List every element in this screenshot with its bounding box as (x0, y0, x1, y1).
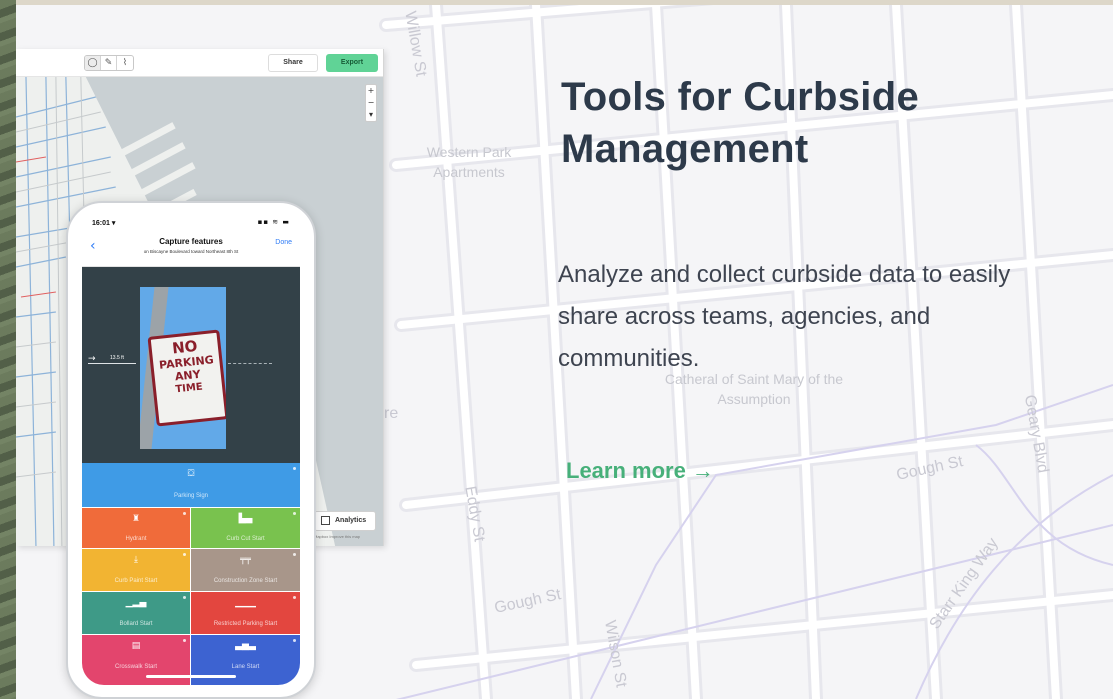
status-time: 16:01 ▾ (92, 220, 116, 227)
paint-icon: ⤓ (134, 555, 138, 565)
car-icon: ▃▅▃ (235, 641, 256, 651)
tile-label: Curb Cut Start (226, 536, 265, 542)
drawing-tool-group: ◯ ✎ ⌇ (84, 55, 134, 71)
lane-marking-icon: ▁▁▁ (235, 598, 256, 608)
tile-label: Lane Start (231, 664, 260, 670)
info-icon (293, 553, 296, 556)
page-title: Tools for Curbside Management (561, 75, 919, 171)
hero-section: Western Park Apartments Catheral of Sain… (16, 5, 1113, 699)
tile-curb-cut[interactable]: ▙▄ Curb Cut Start (191, 508, 300, 548)
crosswalk-icon: ▤ (131, 641, 141, 651)
tile-bollard[interactable]: ▁▂▄ Bollard Start (82, 592, 190, 634)
phone-nav-bar: ‹ Capture features on Biscayne Boulevard… (82, 233, 300, 267)
info-icon (293, 596, 296, 599)
map-label-fragment: re (384, 405, 399, 422)
hydrant-icon: ♜ (131, 514, 141, 524)
compass-icon[interactable]: ▾ (366, 109, 376, 121)
hero-description: Analyze and collect curbside data to eas… (558, 261, 1011, 372)
sign-photo: NO PARKING ANY TIME (140, 287, 226, 449)
done-button[interactable]: Done (275, 239, 292, 246)
map-attribution[interactable]: Mapbox Improve this map (314, 534, 360, 539)
learn-more-link[interactable]: Learn more → (566, 458, 714, 484)
status-bar: 16:01 ▾ ▪▪ ≋ ▬ (82, 213, 300, 233)
zoom-in-icon[interactable]: + (366, 85, 376, 97)
external-link-icon (321, 516, 330, 525)
no-parking-sign: NO PARKING ANY TIME (147, 329, 226, 427)
phone-screen: 16:01 ▾ ▪▪ ≋ ▬ ‹ Capture features on Bis… (82, 213, 300, 685)
capture-subtitle: on Biscayne Boulevard toward Northeast 8… (143, 249, 239, 254)
frame-left-photo-strip (0, 0, 16, 699)
info-icon (183, 639, 186, 642)
capture-title: Capture features (159, 237, 223, 246)
tile-parking-sign[interactable]: ⛋ Parking Sign (82, 463, 300, 507)
tile-label: Restricted Parking Start (213, 621, 278, 627)
map-label-western-park: Western Park Apartments (426, 144, 512, 180)
desktop-toolbar: ◯ ✎ ⌇ Share Export (16, 49, 383, 77)
info-icon (183, 512, 186, 515)
tile-label: Crosswalk Start (114, 664, 157, 670)
analytics-label: Analytics (335, 517, 367, 524)
tile-hydrant[interactable]: ♜ Hydrant (82, 508, 190, 548)
curb-cut-icon: ▙▄ (238, 514, 253, 524)
home-indicator (146, 675, 236, 678)
map-zoom-control[interactable]: + − ▾ (365, 84, 377, 122)
tile-label: Parking Sign (173, 493, 209, 499)
barrier-icon: ╤╤ (240, 555, 251, 565)
share-button[interactable]: Share (268, 54, 318, 72)
export-button[interactable]: Export (326, 54, 378, 72)
camera-view[interactable]: → 13.5 ft NO PARKING ANY TIME (82, 267, 300, 463)
analytics-button[interactable]: Analytics (314, 511, 376, 531)
tile-label: Curb Paint Start (114, 578, 158, 584)
tile-label: Construction Zone Start (213, 578, 278, 584)
phone-mockup: 16:01 ▾ ▪▪ ≋ ▬ ‹ Capture features on Bis… (66, 201, 316, 699)
tile-label: Bollard Start (119, 621, 153, 627)
bollard-icon: ▁▂▄ (125, 598, 147, 608)
zoom-out-icon[interactable]: − (366, 97, 376, 109)
info-icon (183, 553, 186, 556)
info-icon (293, 467, 296, 470)
arrow-right-icon: → (88, 354, 96, 364)
tile-restricted-parking[interactable]: ▁▁▁ Restricted Parking Start (191, 592, 300, 634)
measure-distance: 13.5 ft (110, 355, 124, 361)
info-icon (183, 596, 186, 599)
tile-curb-paint[interactable]: ⤓ Curb Paint Start (82, 549, 190, 591)
measure-guide (228, 363, 272, 364)
tile-construction-zone[interactable]: ╤╤ Construction Zone Start (191, 549, 300, 591)
info-icon (293, 639, 296, 642)
tile-label: Hydrant (125, 536, 147, 542)
draw-icon[interactable]: ⌇ (117, 56, 133, 70)
pan-icon[interactable]: ✎ (101, 56, 117, 70)
sign-icon: ⛋ (187, 469, 195, 479)
info-icon (293, 512, 296, 515)
select-icon[interactable]: ◯ (85, 56, 101, 70)
signal-wifi-battery-icons: ▪▪ ≋ ▬ (257, 218, 290, 226)
